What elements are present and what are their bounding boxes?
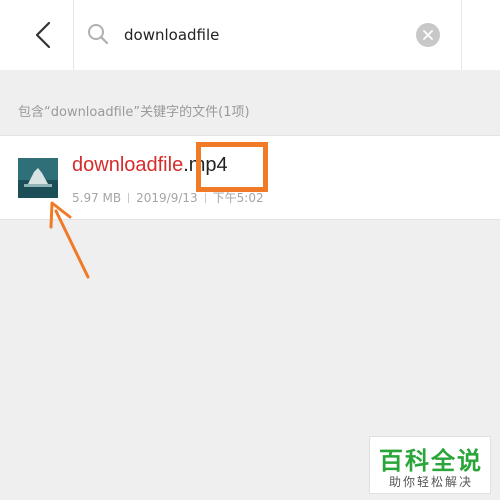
search-header bbox=[0, 0, 500, 70]
file-name-keyword: downloadfile bbox=[72, 154, 184, 176]
meta-separator bbox=[204, 193, 206, 203]
annotation-arrow-icon bbox=[49, 201, 90, 279]
watermark-title: 百科全说 bbox=[379, 447, 483, 475]
video-thumbnail bbox=[18, 158, 58, 198]
back-button[interactable] bbox=[30, 18, 56, 52]
clear-icon bbox=[423, 30, 433, 40]
header-divider-left bbox=[73, 0, 74, 70]
search-input[interactable] bbox=[124, 22, 404, 48]
file-date: 2019/9/13 bbox=[136, 191, 198, 205]
search-icon bbox=[88, 24, 109, 45]
file-time: 下午5:02 bbox=[212, 191, 264, 205]
chevron-left-icon bbox=[35, 21, 51, 49]
annotation-highlight-box bbox=[196, 142, 268, 192]
header-divider-right bbox=[461, 0, 462, 70]
clear-search-button[interactable] bbox=[416, 23, 440, 47]
result-count-caption: 包含“downloadfile”关键字的文件(1项) bbox=[18, 105, 250, 120]
watermark: 百科全说 助你轻松解决 bbox=[369, 436, 491, 494]
watermark-subtitle: 助你轻松解决 bbox=[388, 475, 473, 489]
meta-separator bbox=[128, 193, 130, 203]
